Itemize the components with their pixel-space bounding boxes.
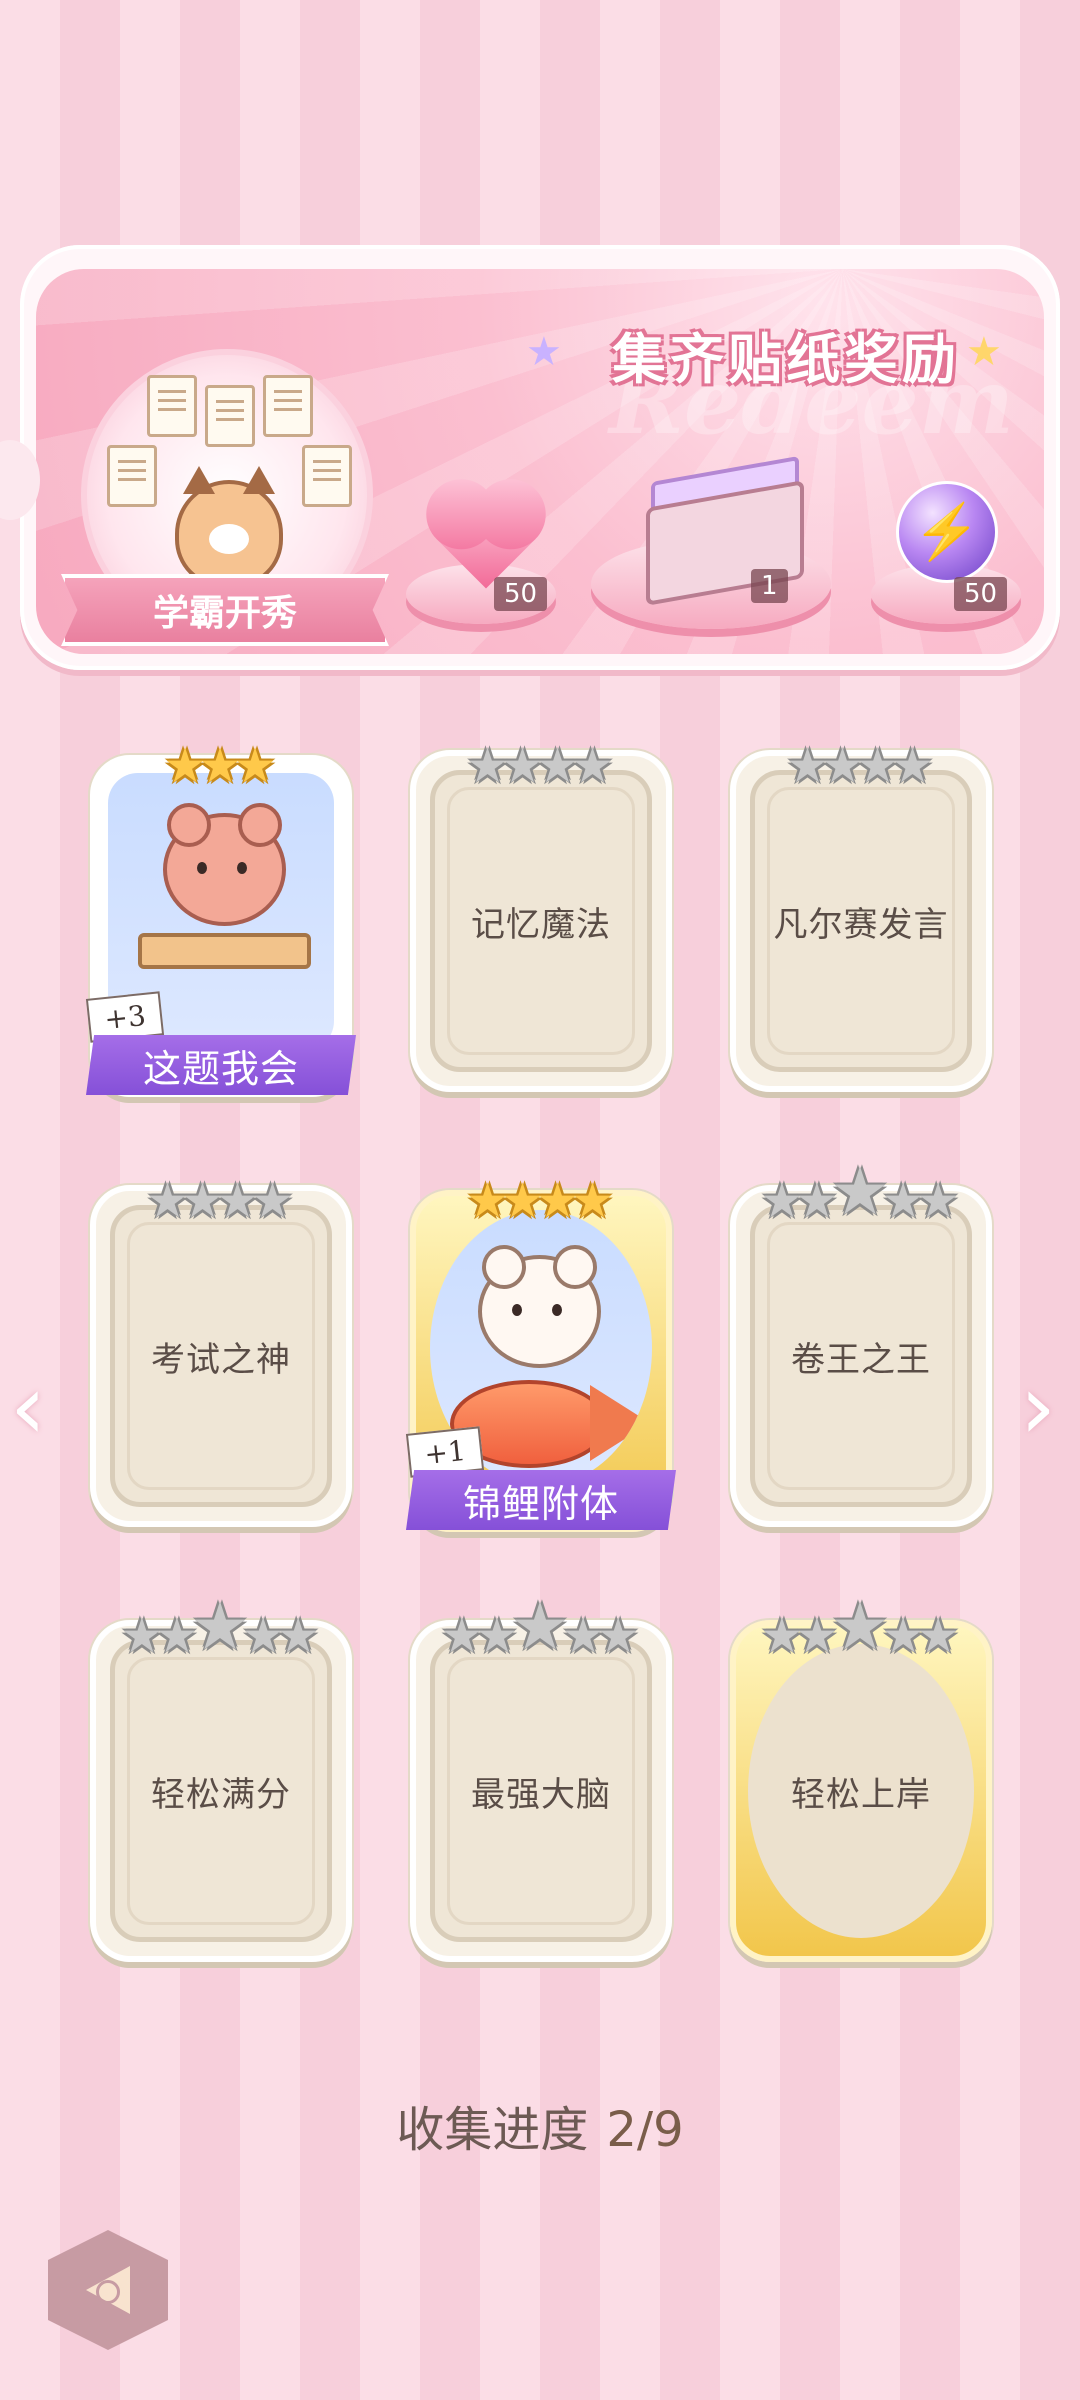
sticker-card-5[interactable]: +1 锦鲤附体 ★ ★ ★ ★ (405, 1155, 676, 1532)
sticker-name: 考试之神 (151, 1339, 291, 1380)
sticker-card-frame: 记忆魔法 (410, 750, 672, 1092)
reward-count: 50 (954, 577, 1008, 611)
star-rating: ★ ★ ★ ★ (730, 720, 990, 790)
progress-value: 2/9 (606, 2102, 684, 2158)
sticker-card-4[interactable]: 考试之神 ★ ★ ★ ★ (90, 1155, 352, 1527)
exam-paper-icon (263, 375, 313, 437)
exam-paper-icon (302, 445, 352, 507)
star-filled-icon: ★ (233, 738, 277, 794)
purple-energy-orb-icon: ⚡ (896, 481, 998, 583)
star-rating: ★ ★ ★ ★ (410, 1155, 670, 1225)
sticker-card-6[interactable]: 卷王之王 ★ ★ ★ ★ ★ (730, 1155, 992, 1527)
exam-paper-icon (147, 375, 197, 437)
sticker-card-frame: 考试之神 (90, 1185, 352, 1527)
star-empty-icon: ★ (251, 1173, 295, 1229)
star-rating: ★ ★ ★ ★ ★ (90, 1590, 350, 1664)
banner-title: 集齐贴纸奖励 (612, 327, 960, 391)
sticker-card-1[interactable]: +3 这题我会 ★ ★ ★ (85, 720, 356, 1097)
sticker-card-frame: 卷王之王 (730, 1185, 992, 1527)
sticker-card-8[interactable]: 最强大脑 ★ ★ ★ ★ ★ (410, 1590, 672, 1962)
school-desk-icon (138, 933, 311, 969)
sticker-card-9[interactable]: 轻松上岸 ★ ★ ★ ★ ★ (730, 1590, 992, 1962)
sticker-name: 轻松上岸 (791, 1774, 931, 1815)
star-empty-icon: ★ (571, 738, 615, 794)
reward-banner-background: Redeem ★ 集齐贴纸奖励 ★ 学霸开秀 50 1 ⚡ 50 (36, 269, 1044, 654)
star-decoration-icon: ★ (526, 329, 562, 375)
chevron-right-icon[interactable]: › (1020, 1355, 1056, 1460)
back-arrow-icon (86, 2266, 130, 2314)
cat-mascot-icon (175, 466, 283, 588)
reward-banner: Redeem ★ 集齐贴纸奖励 ★ 学霸开秀 50 1 ⚡ 50 (20, 245, 1060, 670)
star-empty-icon: ★ (891, 738, 935, 794)
sticker-name: 轻松满分 (151, 1774, 291, 1815)
star-rating: ★ ★ ★ ★ ★ (730, 1155, 990, 1229)
star-empty-icon: ★ (916, 1173, 960, 1229)
reward-count: 50 (494, 577, 548, 611)
sticker-card-7[interactable]: 轻松满分 ★ ★ ★ ★ ★ (90, 1590, 352, 1962)
bear-mascot-icon (163, 803, 286, 926)
star-rating: ★ ★ ★ ★ (90, 1155, 350, 1225)
sticker-card-frame: 轻松上岸 (730, 1620, 992, 1962)
sticker-card-3[interactable]: 凡尔赛发言 ★ ★ ★ ★ (730, 720, 992, 1092)
sticker-card-frame: 轻松满分 (90, 1620, 352, 1962)
sticker-name: 卷王之王 (791, 1339, 931, 1380)
portrait-ribbon-label: 学霸开秀 (61, 574, 389, 646)
sticker-card-2[interactable]: 记忆魔法 ★ ★ ★ ★ (410, 720, 672, 1092)
sticker-name: 这题我会 (86, 1035, 356, 1095)
sticker-card-frame: +1 锦鲤附体 (405, 1190, 676, 1532)
progress-label: 收集进度 (396, 2102, 589, 2158)
star-filled-icon: ★ (571, 1173, 615, 1229)
star-rating: ★ ★ ★ ★ (410, 720, 670, 790)
chevron-left-icon[interactable]: ‹ (10, 1355, 46, 1460)
sticker-card-frame: 凡尔赛发言 (730, 750, 992, 1092)
star-empty-icon: ★ (916, 1608, 960, 1664)
sticker-card-frame: 最强大脑 (410, 1620, 672, 1962)
bear-mascot-icon (478, 1245, 601, 1368)
sticker-name: 记忆魔法 (471, 904, 611, 945)
exam-paper-icon (205, 385, 255, 447)
star-decoration-icon: ★ (966, 329, 1002, 375)
reward-count: 1 (751, 569, 788, 603)
star-rating: ★ ★ ★ ★ ★ (410, 1590, 670, 1664)
sticker-card-frame: +3 这题我会 (85, 755, 356, 1097)
sticker-name: 最强大脑 (471, 1774, 611, 1815)
star-empty-icon: ★ (276, 1608, 320, 1664)
sticker-name: 锦鲤附体 (406, 1470, 676, 1530)
back-button[interactable] (48, 2230, 168, 2350)
exam-paper-icon (107, 445, 157, 507)
collection-progress: 收集进度 2/9 (0, 2090, 1080, 2160)
sticker-name: 凡尔赛发言 (773, 904, 949, 945)
star-rating: ★ ★ ★ (90, 720, 350, 790)
star-empty-icon: ★ (596, 1608, 640, 1664)
koi-fish-tail (590, 1385, 650, 1461)
star-rating: ★ ★ ★ ★ ★ (730, 1590, 990, 1664)
